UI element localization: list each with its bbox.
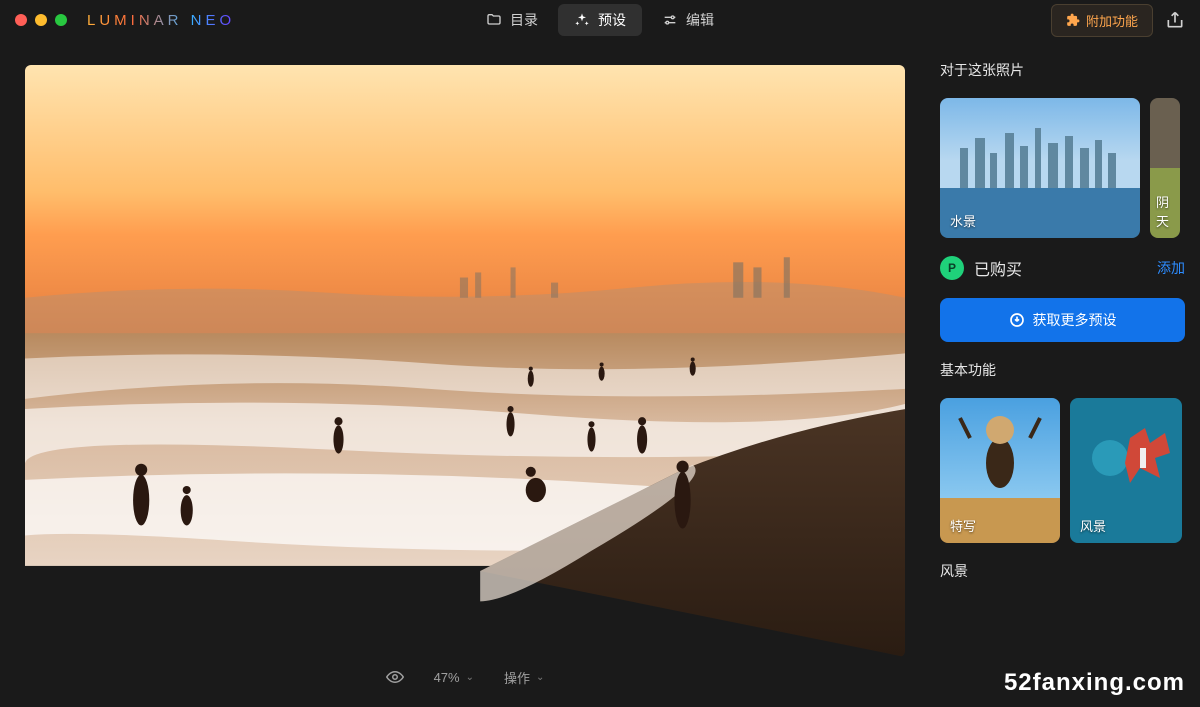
tab-presets-label: 预设 <box>598 10 626 30</box>
preset-label: 阴天 <box>1156 192 1180 230</box>
share-button[interactable] <box>1165 10 1185 30</box>
purchased-label: 已购买 <box>974 256 1022 280</box>
titlebar: LUMINAR NEO 目录 预设 编辑 附加功能 <box>0 0 1200 40</box>
preset-card-landscape[interactable]: 风景 <box>1070 398 1182 543</box>
tab-edit-label: 编辑 <box>686 10 714 30</box>
addons-label: 附加功能 <box>1086 11 1138 30</box>
minimize-window-button[interactable] <box>35 14 47 26</box>
mode-tabs: 目录 预设 编辑 <box>470 4 730 36</box>
add-link[interactable]: 添加 <box>1157 258 1185 278</box>
for-this-photo-row[interactable]: 水景 阴天 <box>940 98 1185 238</box>
eye-icon <box>386 668 404 686</box>
puzzle-icon <box>1066 13 1080 27</box>
window-controls <box>15 14 67 26</box>
chevron-down-icon: ⌄ <box>536 672 544 683</box>
preset-card-featured[interactable]: 特写 <box>940 398 1060 543</box>
folder-icon <box>486 12 502 28</box>
zoom-value: 47% <box>434 670 460 685</box>
beach-sunset-photo <box>25 65 905 657</box>
preset-card-water[interactable]: 水景 <box>940 98 1140 238</box>
viewer-footer: 47% ⌄ 操作 ⌄ <box>25 657 905 697</box>
actions-label: 操作 <box>504 668 530 687</box>
image-viewer: 47% ⌄ 操作 ⌄ <box>0 40 930 707</box>
sliders-icon <box>662 12 678 28</box>
preset-label: 特写 <box>950 516 976 535</box>
close-window-button[interactable] <box>15 14 27 26</box>
basic-row[interactable]: 特写 风景 <box>940 398 1185 543</box>
sparkle-icon <box>574 12 590 28</box>
actions-menu[interactable]: 操作 ⌄ <box>504 668 544 687</box>
compare-button[interactable] <box>386 668 404 686</box>
maximize-window-button[interactable] <box>55 14 67 26</box>
main-area: 47% ⌄ 操作 ⌄ 对于这张照片 水景 <box>0 40 1200 707</box>
photo-canvas[interactable] <box>25 65 905 657</box>
preset-label: 风景 <box>1080 516 1106 535</box>
download-icon <box>1009 312 1025 328</box>
basic-title: 基本功能 <box>940 360 1185 380</box>
watermark: 52fanxing.com <box>1004 669 1185 697</box>
presets-panel: 对于这张照片 水景 阴天 P 已购买 添加 <box>930 40 1200 707</box>
preset-label: 水景 <box>950 211 976 230</box>
tab-edit[interactable]: 编辑 <box>646 4 730 36</box>
tab-presets[interactable]: 预设 <box>558 4 642 36</box>
landscape-section-title: 风景 <box>940 561 1185 581</box>
for-this-photo-title: 对于这张照片 <box>940 60 1185 80</box>
addons-button[interactable]: 附加功能 <box>1051 4 1153 37</box>
get-more-presets-button[interactable]: 获取更多预设 <box>940 298 1185 342</box>
purchased-badge-icon: P <box>940 256 964 280</box>
tab-catalog-label: 目录 <box>510 10 538 30</box>
app-logo: LUMINAR NEO <box>87 12 235 29</box>
preset-card-cloudy[interactable]: 阴天 <box>1150 98 1180 238</box>
get-more-label: 获取更多预设 <box>1033 310 1117 330</box>
zoom-control[interactable]: 47% ⌄ <box>434 670 474 685</box>
tab-catalog[interactable]: 目录 <box>470 4 554 36</box>
chevron-down-icon: ⌄ <box>466 672 474 683</box>
purchased-row: P 已购买 添加 <box>940 256 1185 280</box>
header-right-actions: 附加功能 <box>1051 4 1185 37</box>
